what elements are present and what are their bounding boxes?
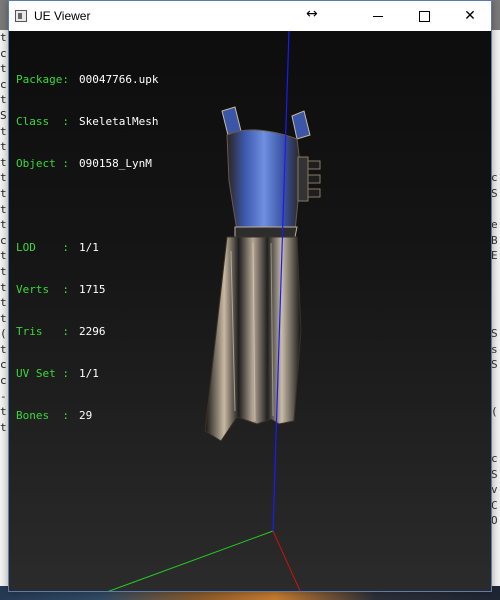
tris-value: 2296 [79,325,106,338]
console-char: S [491,358,498,372]
object-value: 090158_LynM [79,157,152,170]
console-char [491,61,500,77]
verts-value: 1715 [79,283,106,296]
ue-viewer-window: UE Viewer ↔ ✕ Package: 00047766.upk Clas… [8,0,492,592]
mesh-model [204,106,321,442]
tris-label: Tris : [16,325,69,338]
console-char: c [491,452,498,466]
console-char [491,560,500,576]
maximize-icon [419,11,430,22]
bones-label: Bones : [16,409,69,422]
console-char [491,46,500,62]
console-char: s [491,342,498,356]
verts-label: Verts : [16,283,69,296]
object-label: Object : [16,157,69,170]
close-icon: ✕ [464,8,476,24]
console-char [491,155,500,171]
window-title: UE Viewer [34,9,91,23]
close-button[interactable]: ✕ [447,1,493,31]
console-char [491,389,500,405]
maximize-button[interactable] [401,1,447,31]
console-char: c [491,171,498,185]
console-char [491,202,500,218]
console-char: v [491,483,498,497]
axis-y-line [107,530,274,591]
axis-x-line [272,530,301,591]
console-char: B [491,233,498,247]
class-label: Class : [16,115,69,128]
uvset-label: UV Set : [16,367,69,380]
package-value: 00047766.upk [79,73,159,86]
console-char [491,108,500,124]
console-char [491,92,500,108]
console-char: e [491,218,498,232]
3d-viewport[interactable]: Package: 00047766.upk Class : SkeletalMesh… [9,31,491,591]
console-char [491,124,500,140]
bones-value: 29 [79,409,93,422]
console-char [491,420,500,436]
class-value: SkeletalMesh [79,115,159,128]
console-char: S [491,467,498,481]
console-char: O [491,514,498,528]
console-char: S [491,327,498,341]
console-char [491,280,500,296]
console-char [491,373,500,389]
lod-label: LOD : [16,241,69,254]
console-char [491,435,500,451]
uvset-value: 1/1 [79,367,99,380]
resize-cursor-icon: ↔ [306,6,318,22]
minimize-button[interactable] [355,1,401,31]
console-char: ( [491,405,498,419]
console-char: S [491,186,498,200]
console-right-text: c Se B E Ss S(c Sv C O [491,30,500,591]
package-label: Package: [16,73,69,86]
mesh-info-panel: Package: 00047766.upk Class : SkeletalMesh… [16,45,158,451]
lod-value: 1/1 [79,241,99,254]
console-char [491,264,500,280]
console-char: E [491,249,498,263]
minimize-icon [373,16,383,17]
title-bar[interactable]: UE Viewer ↔ ✕ [9,1,491,31]
console-char [491,311,500,327]
app-icon[interactable] [15,10,27,22]
console-char [491,77,500,93]
console-char [491,30,500,46]
console-char [491,545,500,561]
console-char [491,295,500,311]
console-char [491,139,500,155]
console-char [491,529,500,545]
console-char: C [491,498,498,512]
